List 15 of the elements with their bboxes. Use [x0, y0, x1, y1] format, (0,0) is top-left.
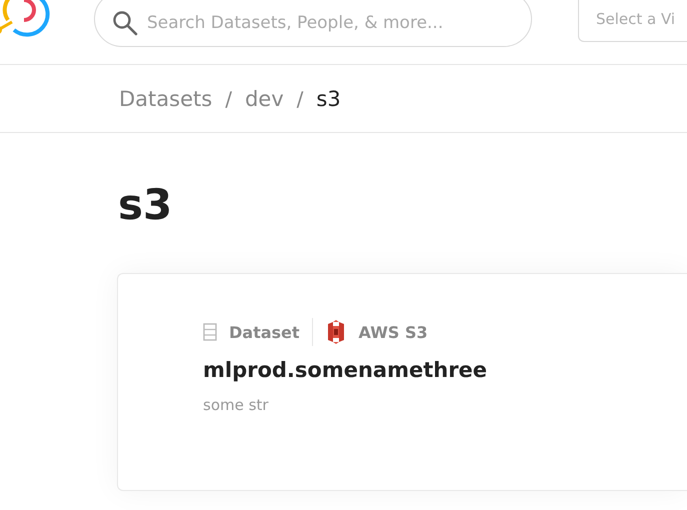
search-field[interactable]: Search Datasets, People, & more... — [94, 0, 532, 47]
dataset-name[interactable]: mlprod.somenamethree — [203, 358, 687, 382]
page-title: s3 — [118, 179, 174, 231]
platform-label: AWS S3 — [358, 322, 428, 342]
search-icon — [112, 10, 138, 36]
dataset-card[interactable]: Dataset AWS S3 mlprod.somenamethree some str — [117, 273, 687, 491]
server-stack-icon — [203, 323, 217, 341]
breadcrumb-link[interactable]: Datasets — [119, 86, 212, 110]
breadcrumb-link[interactable]: dev — [244, 86, 284, 110]
view-select[interactable]: Select a Vi — [578, 0, 687, 42]
breadcrumb-separator: / — [225, 86, 232, 110]
logo-icon[interactable] — [0, 0, 50, 38]
entity-type-label: Dataset — [229, 322, 300, 342]
dataset-description: some str — [203, 396, 270, 414]
breadcrumb-separator: / — [296, 86, 304, 110]
